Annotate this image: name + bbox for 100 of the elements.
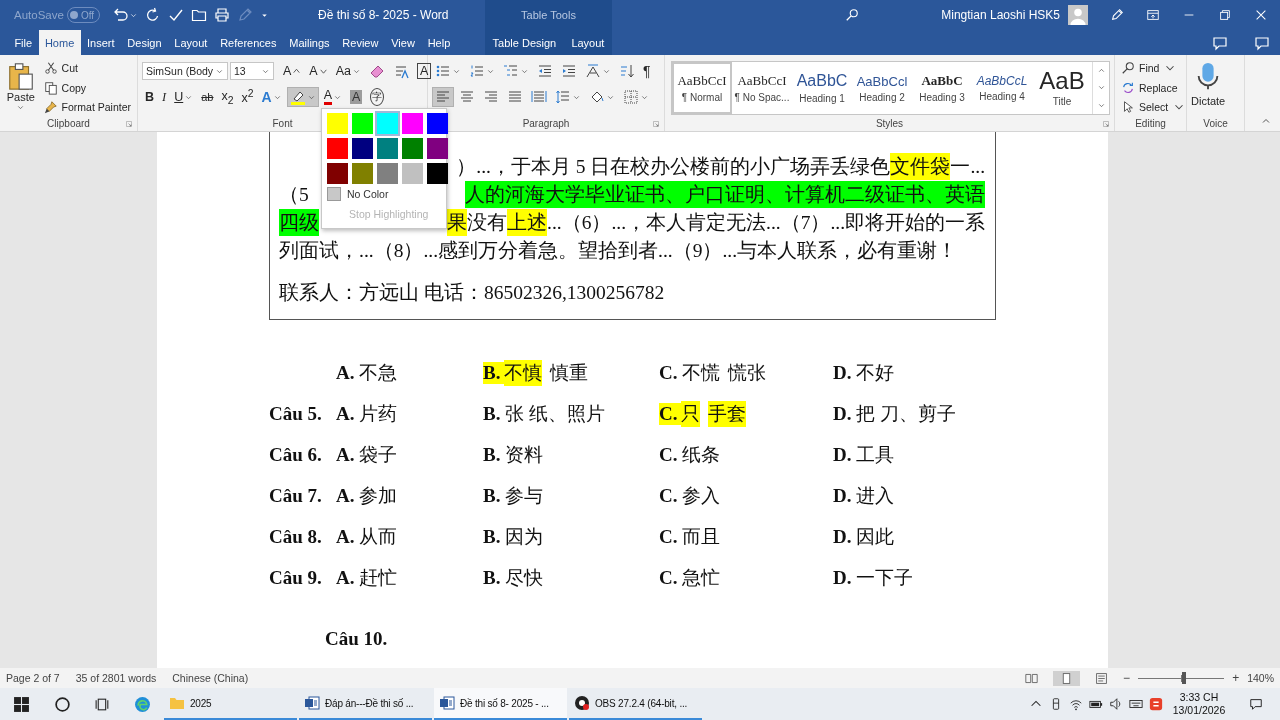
zoom-out-button[interactable]: − [1123, 671, 1131, 685]
ribbon-tab[interactable]: Help [421, 30, 457, 55]
increase-indent-icon [561, 63, 577, 79]
font-size-field[interactable]: 13 [230, 62, 274, 80]
color-swatch[interactable] [402, 138, 423, 159]
color-swatch[interactable] [402, 163, 423, 184]
shrink-font-button[interactable]: A [306, 61, 331, 81]
select-button[interactable]: Select [1119, 98, 1189, 116]
highlight-button[interactable] [286, 87, 319, 107]
document-icon [439, 695, 455, 711]
ribbon-tab[interactable]: File [8, 30, 39, 55]
paste-button[interactable]: Paste [4, 59, 38, 116]
style-option[interactable]: AaBbCcI ¶ Normal [672, 62, 732, 114]
slider-thumb[interactable] [1181, 672, 1186, 684]
taskbar-app[interactable]: 2025 [164, 688, 297, 720]
comment-icon[interactable] [1212, 34, 1228, 51]
color-swatch[interactable] [427, 163, 448, 184]
option-letter: A. [336, 566, 356, 589]
color-swatch[interactable] [352, 163, 373, 184]
style-option[interactable]: AaBbCcI ¶ No Spac... [732, 62, 792, 114]
text-effects-button[interactable]: A [258, 87, 285, 107]
strikethrough-button[interactable]: ab [198, 87, 217, 107]
italic-button[interactable]: I [159, 87, 170, 107]
subscript-button[interactable]: x$_{2}$ [218, 87, 237, 107]
dictate-button[interactable]: Dictate [1191, 59, 1226, 116]
windows-icon[interactable] [12, 695, 30, 713]
autosave-label: AutoSave [14, 9, 64, 21]
check-icon[interactable] [168, 7, 185, 23]
color-swatch[interactable] [427, 113, 448, 134]
character-shading-button[interactable]: A [347, 87, 366, 107]
ribbon-tab[interactable]: Insert [80, 30, 121, 55]
comment-icon[interactable] [1254, 34, 1270, 51]
color-swatch[interactable] [402, 113, 423, 134]
pen-icon[interactable] [1110, 8, 1124, 22]
ribbon-tab[interactable]: Design [120, 30, 168, 55]
launcher-icon[interactable] [652, 120, 660, 128]
clock-date[interactable]: 13/01/2026 [1172, 704, 1226, 717]
ribbon-tab[interactable]: View [384, 30, 422, 55]
color-swatch[interactable] [377, 163, 398, 184]
clock-time[interactable]: 3:33 CH [1179, 691, 1219, 704]
font-name-field[interactable]: SimSun (Body [142, 62, 228, 80]
color-swatch[interactable] [377, 113, 398, 134]
ribbon-tab[interactable]: References [213, 30, 283, 55]
style-option[interactable]: AaBbC Heading 3 [912, 62, 972, 114]
folder-icon[interactable] [191, 7, 208, 23]
underline-button[interactable]: U [171, 87, 197, 107]
launcher-icon[interactable] [125, 120, 133, 128]
taskbar-app[interactable]: Đề thi số 8- 2025 - ... [434, 688, 567, 720]
find-button[interactable]: Find [1119, 59, 1189, 77]
close-icon[interactable] [1254, 8, 1268, 22]
volume-icon[interactable] [1109, 697, 1123, 711]
menu-item[interactable]: No Color [325, 184, 443, 204]
zoom-level[interactable]: 140% [1247, 672, 1274, 684]
grow-font-button[interactable]: A [280, 61, 305, 81]
cut-button[interactable]: Cut [41, 59, 133, 77]
ribbon-display-icon[interactable] [1146, 8, 1160, 22]
color-swatch[interactable] [327, 138, 348, 159]
status-text[interactable]: 35 of 2801 words [75, 672, 157, 684]
color-swatch[interactable] [352, 113, 373, 134]
keyboard-icon[interactable] [1129, 697, 1143, 711]
replace-button[interactable]: Replace [1119, 78, 1189, 97]
color-swatch[interactable] [327, 163, 348, 184]
ribbon-tab[interactable]: Review [335, 30, 385, 55]
style-option[interactable]: AaB Title [1032, 62, 1092, 114]
color-swatch[interactable] [327, 113, 348, 134]
superscript-button[interactable]: x$^{2}$ [238, 87, 257, 107]
copy-button[interactable]: Copy [41, 78, 133, 97]
color-swatch[interactable] [427, 138, 448, 159]
circle-icon[interactable] [53, 695, 71, 713]
app-icon[interactable] [1149, 697, 1163, 711]
format-painter-button[interactable]: Format Painter [41, 98, 133, 116]
ribbon-tab[interactable]: Layout [167, 30, 214, 55]
font-color-button[interactable]: A [320, 87, 346, 107]
status-text[interactable]: Page 2 of 7 [6, 672, 60, 684]
style-option[interactable]: AaBbCcL Heading 4 [972, 62, 1032, 114]
view-button[interactable] [1053, 670, 1081, 686]
search-icon[interactable] [845, 8, 860, 22]
status-text[interactable]: Chinese (China) [172, 672, 249, 684]
wifi-icon[interactable] [1069, 697, 1083, 711]
color-swatch[interactable] [377, 138, 398, 159]
change-case-button[interactable]: Aa [332, 61, 364, 81]
zoom-in-button[interactable]: + [1232, 671, 1240, 685]
show-marks-button[interactable]: ¶ [640, 61, 654, 81]
bold-button[interactable]: B [142, 87, 158, 107]
launcher-icon[interactable] [1102, 120, 1110, 128]
ribbon-tab[interactable]: Table Design [488, 30, 561, 55]
style-option[interactable]: AaBbC Heading 1 [792, 62, 852, 114]
taskbar-app[interactable]: Đáp án---Đề thi số ... [299, 688, 432, 720]
browser-icon[interactable] [133, 695, 151, 713]
ribbon-tab[interactable]: Layout [567, 30, 609, 55]
taskbar-app[interactable]: OBS 27.2.4 (64-bit, ... [569, 688, 702, 720]
style-option[interactable]: AaBbCcl Heading 2 [852, 62, 912, 114]
printer-icon[interactable] [214, 7, 231, 23]
ribbon-tab[interactable]: Mailings [282, 30, 336, 55]
color-swatch[interactable] [352, 138, 373, 159]
notification-icon[interactable] [1249, 697, 1263, 711]
undo-icon[interactable] [113, 7, 130, 23]
ribbon-tab[interactable]: Home [38, 30, 81, 55]
align-left-button[interactable] [432, 87, 454, 107]
restore-icon[interactable] [1218, 8, 1232, 22]
